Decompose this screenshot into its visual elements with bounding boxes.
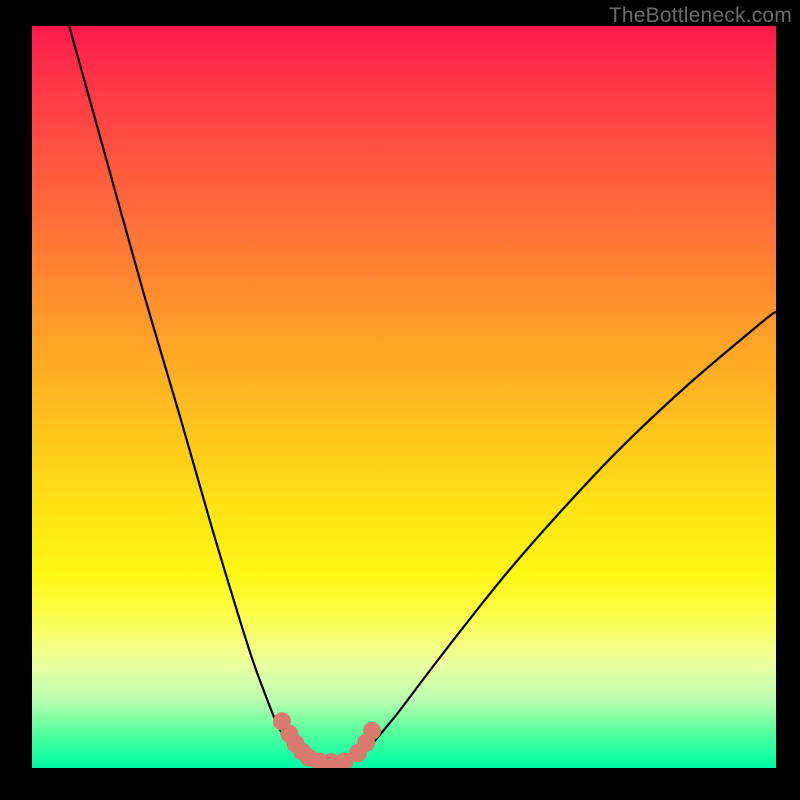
trough-dot (363, 722, 381, 740)
watermark-text: TheBottleneck.com (609, 4, 792, 28)
chart-frame: TheBottleneck.com (0, 0, 800, 800)
trough-dots-right (335, 722, 381, 768)
trough-dots-left (273, 712, 340, 768)
plot-area (32, 26, 776, 768)
curve-left (69, 26, 300, 758)
chart-svg (32, 26, 776, 768)
curve-right (359, 312, 776, 758)
